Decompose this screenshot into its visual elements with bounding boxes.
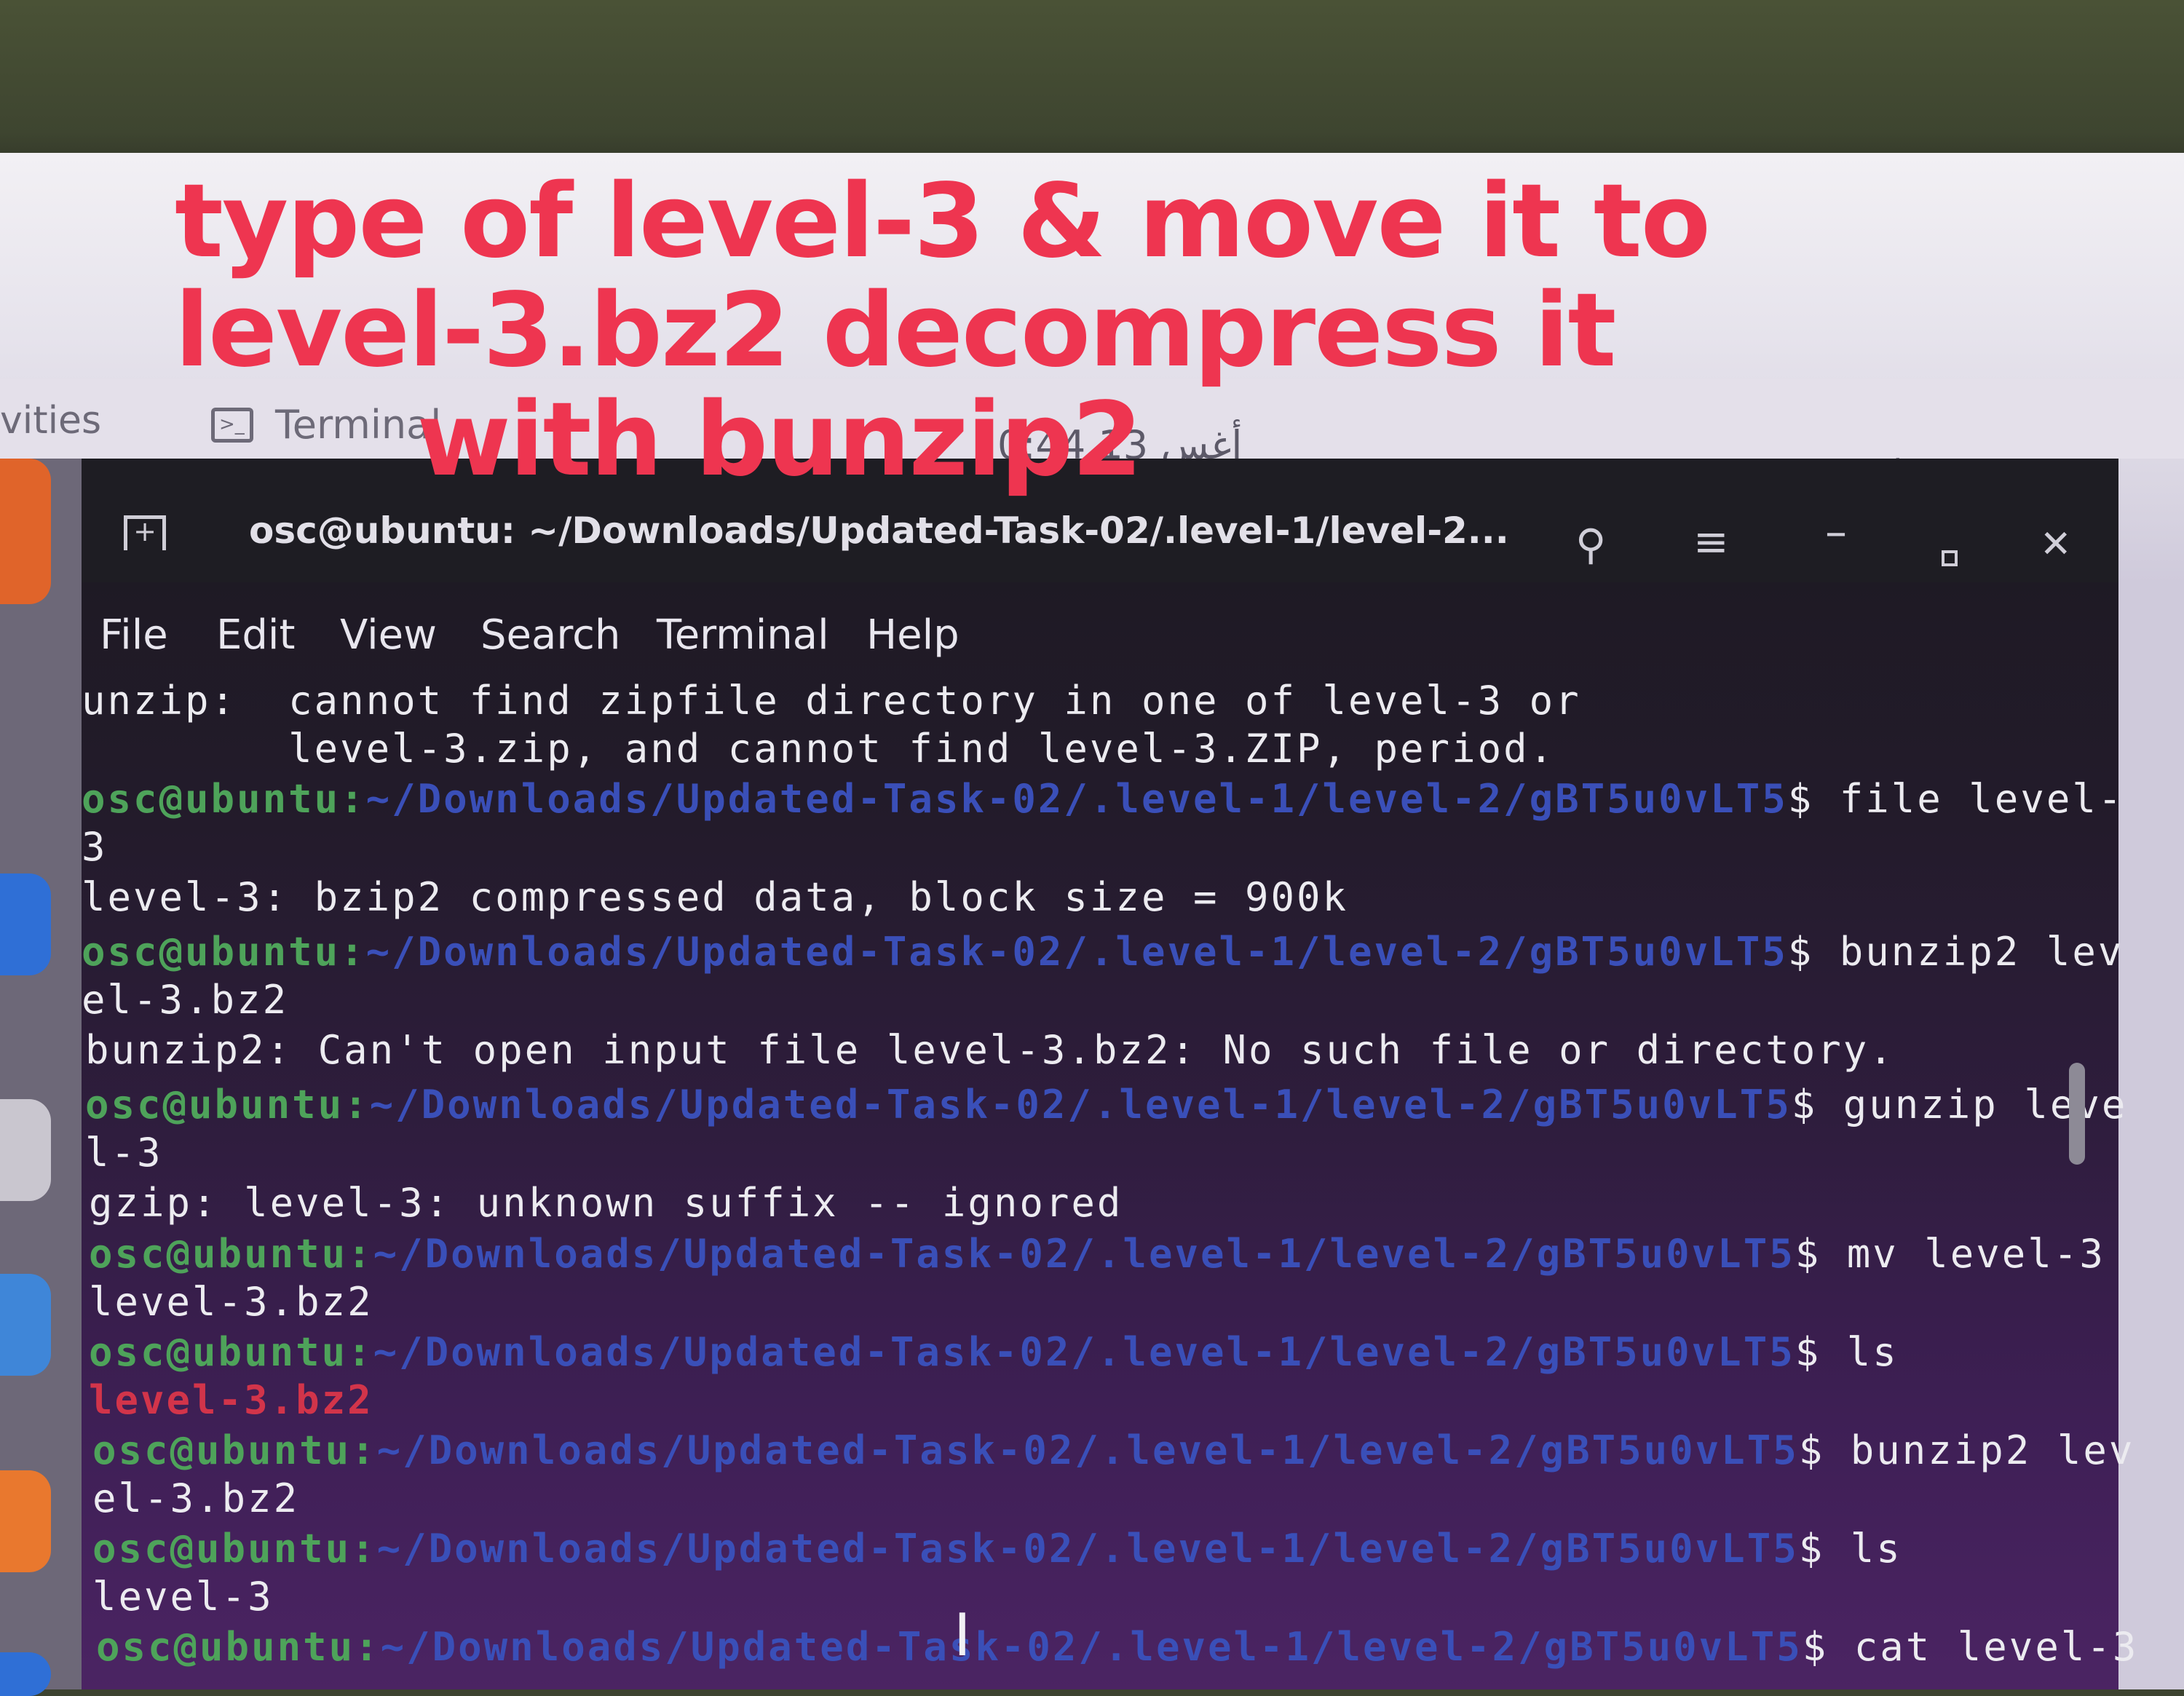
prompt-path: ~/Downloads/Updated-Task-02/.level-1/lev…: [369, 1082, 1792, 1128]
menu-view[interactable]: View: [340, 611, 437, 659]
prompt-line: osc@ubuntu:~/Downloads/Updated-Task-02/.…: [96, 1623, 2138, 1671]
output-line: el-3.bz2: [82, 977, 289, 1023]
prompt-path: ~/Downloads/Updated-Task-02/.level-1/lev…: [380, 1624, 1803, 1670]
window-title: osc@ubuntu: ~/Downloads/Updated-Task-02/…: [249, 510, 1509, 552]
terminal-window: + osc@ubuntu: ~/Downloads/Updated-Task-0…: [82, 459, 2136, 1689]
output-line: el-3.bz2: [92, 1475, 300, 1521]
menu-bar: File Edit View Search Terminal Help: [82, 611, 2118, 670]
prompt-user: osc@ubuntu:: [85, 1082, 370, 1128]
scrollbar[interactable]: [2069, 1063, 2085, 1165]
thunderbird-icon[interactable]: [0, 873, 51, 975]
command-text: $ cat level-3: [1802, 1624, 2139, 1670]
menu-file[interactable]: File: [100, 611, 168, 659]
prompt-line: osc@ubuntu:~/Downloads/Updated-Task-02/.…: [92, 1525, 1902, 1573]
search-icon[interactable]: ⚲: [1575, 520, 1606, 569]
hamburger-menu-icon[interactable]: ≡: [1693, 517, 1729, 566]
files-icon[interactable]: [0, 1099, 51, 1201]
writer-icon[interactable]: [0, 1274, 51, 1376]
prompt-path: ~/Downloads/Updated-Task-02/.level-1/lev…: [376, 1526, 1799, 1572]
annotation-line: level-3.bz2 decompress it: [175, 272, 1616, 390]
output-line: gzip: level-3: unknown suffix -- ignored: [89, 1180, 1123, 1226]
output-line: l-3: [85, 1130, 163, 1176]
prompt-path: ~/Downloads/Updated-Task-02/.level-1/lev…: [365, 776, 1788, 822]
menu-help[interactable]: Help: [866, 611, 960, 659]
activities-button[interactable]: vities: [0, 399, 101, 443]
new-tab-icon[interactable]: +: [124, 515, 166, 550]
command-text: $ mv level-3: [1795, 1231, 2105, 1277]
menu-terminal[interactable]: Terminal: [657, 611, 829, 659]
prompt-user: osc@ubuntu:: [89, 1231, 373, 1277]
firefox-icon[interactable]: [0, 459, 51, 604]
annotation-overlay: type of level-3 & move it to level-3.bz2…: [175, 162, 1711, 499]
prompt-line: osc@ubuntu:~/Downloads/Updated-Task-02/.…: [89, 1230, 2105, 1278]
command-text: $ file level-: [1787, 776, 2124, 822]
command-text: $ ls: [1798, 1526, 1902, 1572]
output-line: level-3: bzip2 compressed data, block si…: [82, 874, 1349, 920]
output-line: level-3.bz2: [89, 1279, 373, 1325]
prompt-user: osc@ubuntu:: [82, 776, 366, 822]
prompt-path: ~/Downloads/Updated-Task-02/.level-1/lev…: [365, 929, 1788, 975]
output-line: 3: [82, 824, 108, 870]
file-listing: level-3: [92, 1574, 274, 1620]
maximize-icon[interactable]: [1942, 550, 1958, 566]
output-line: bunzip2: Can't open input file level-3.b…: [85, 1027, 1895, 1073]
prompt-path: ~/Downloads/Updated-Task-02/.level-1/lev…: [376, 1427, 1799, 1473]
menu-search[interactable]: Search: [480, 611, 620, 659]
prompt-line: osc@ubuntu:~/Downloads/Updated-Task-02/.…: [89, 1328, 1899, 1376]
prompt-user: osc@ubuntu:: [96, 1624, 381, 1670]
annotation-line: with bunzip2: [416, 381, 1142, 499]
text-cursor-icon: I: [954, 1601, 971, 1669]
prompt-line: osc@ubuntu:~/Downloads/Updated-Task-02/.…: [85, 1081, 2127, 1129]
prompt-user: osc@ubuntu:: [92, 1427, 377, 1473]
prompt-user: osc@ubuntu:: [89, 1329, 373, 1375]
menu-edit[interactable]: Edit: [216, 611, 295, 659]
minimize-icon[interactable]: –: [1825, 507, 1847, 558]
prompt-user: osc@ubuntu:: [92, 1526, 377, 1572]
close-icon[interactable]: ✕: [2040, 523, 2072, 566]
prompt-line: osc@ubuntu:~/Downloads/Updated-Task-02/.…: [82, 775, 2124, 823]
software-icon[interactable]: [0, 1470, 51, 1572]
prompt-line: osc@ubuntu:~/Downloads/Updated-Task-02/.…: [92, 1427, 2134, 1475]
command-text: $ bunzip2 lev: [1798, 1427, 2135, 1473]
prompt-user: osc@ubuntu:: [82, 929, 366, 975]
output-line: level-3.zip, and cannot find level-3.ZIP…: [82, 726, 1556, 772]
command-text: $ bunzip2 lev: [1787, 929, 2124, 975]
command-text: $ ls: [1795, 1329, 1899, 1375]
help-icon[interactable]: [0, 1652, 51, 1696]
prompt-path: ~/Downloads/Updated-Task-02/.level-1/lev…: [373, 1329, 1795, 1375]
dock: [0, 459, 82, 1696]
annotation-line: type of level-3 & move it to: [175, 162, 1711, 281]
prompt-line: osc@ubuntu:~/Downloads/Updated-Task-02/.…: [82, 928, 2124, 976]
output-line: unzip: cannot find zipfile directory in …: [82, 678, 1581, 724]
file-listing-compressed: level-3.bz2: [89, 1377, 373, 1423]
prompt-path: ~/Downloads/Updated-Task-02/.level-1/lev…: [373, 1231, 1795, 1277]
